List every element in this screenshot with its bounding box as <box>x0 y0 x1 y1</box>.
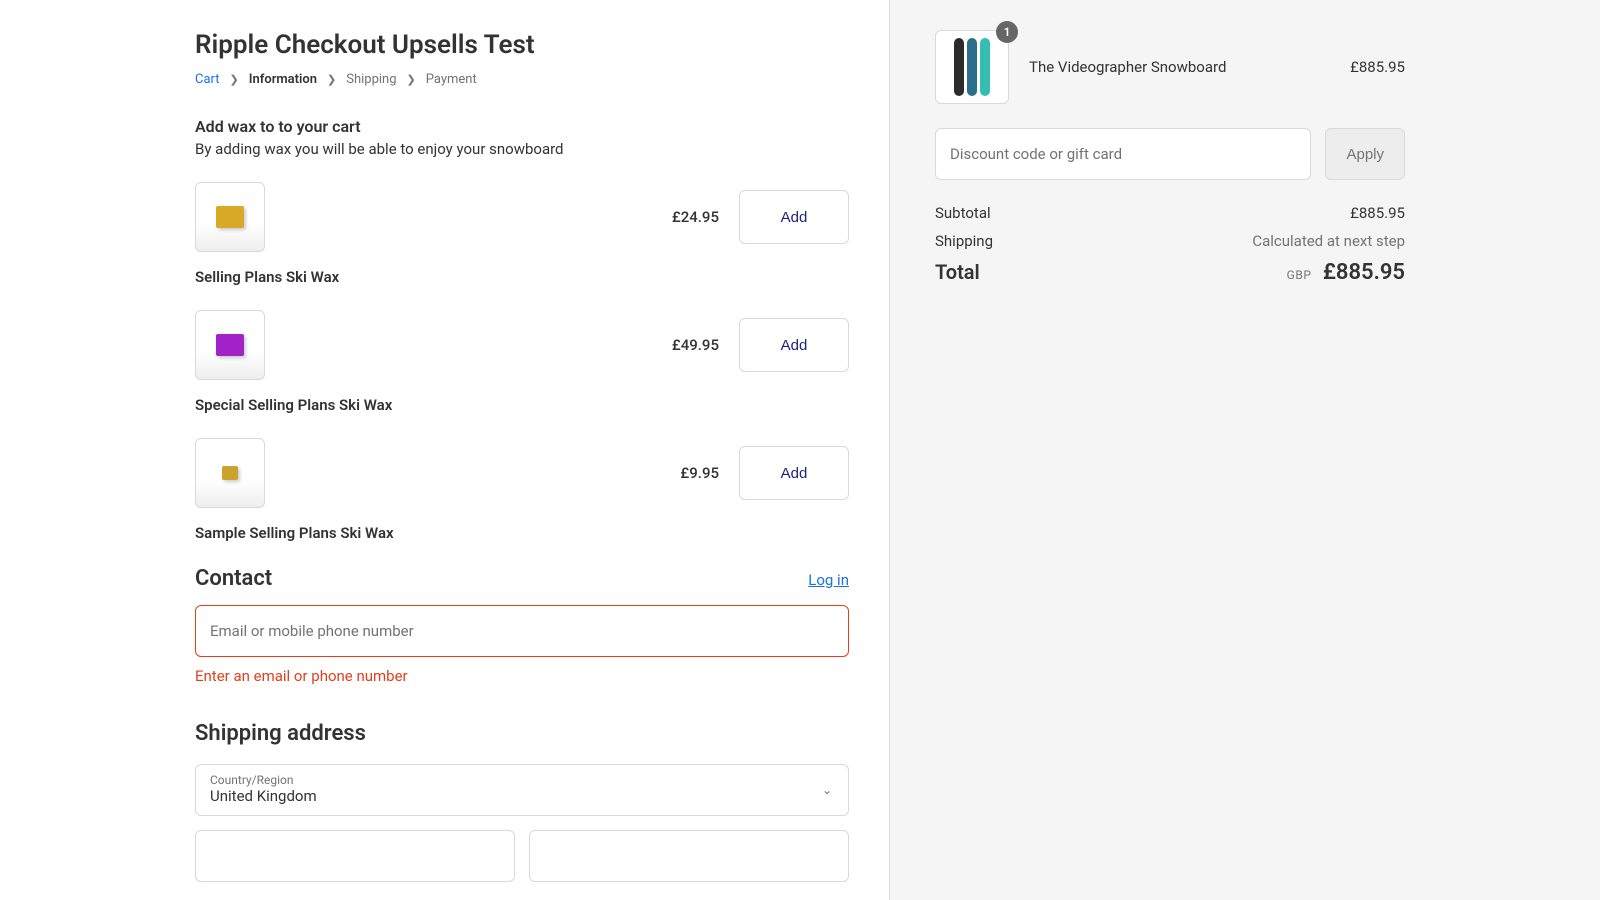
upsell-thumb <box>195 438 265 508</box>
wax-icon <box>216 206 244 228</box>
shipping-heading: Shipping address <box>195 721 849 746</box>
add-button[interactable]: Add <box>739 318 849 372</box>
chevron-right-icon: ❯ <box>327 73 336 86</box>
email-field[interactable] <box>195 605 849 657</box>
email-error-text: Enter an email or phone number <box>195 667 849 685</box>
upsell-thumb <box>195 182 265 252</box>
breadcrumb-payment: Payment <box>426 72 477 87</box>
upsell-name: Selling Plans Ski Wax <box>195 268 849 286</box>
wax-icon <box>222 466 238 480</box>
upsell-price: £9.95 <box>680 464 719 482</box>
first-name-field[interactable] <box>195 830 515 882</box>
upsell-name: Sample Selling Plans Ski Wax <box>195 524 849 542</box>
upsell-name: Special Selling Plans Ski Wax <box>195 396 849 414</box>
upsell-item: £24.95 Add Selling Plans Ski Wax <box>195 182 849 286</box>
currency-code: GBP <box>1287 268 1312 282</box>
cart-item-price: £885.95 <box>1350 58 1405 76</box>
qty-badge: 1 <box>996 21 1018 43</box>
chevron-down-icon: ⌄ <box>822 783 832 797</box>
upsell-heading: Add wax to to your cart <box>195 117 849 136</box>
shipping-value: Calculated at next step <box>1252 232 1405 250</box>
shipping-label: Shipping <box>935 232 993 250</box>
total-value: £885.95 <box>1323 260 1405 285</box>
last-name-field[interactable] <box>529 830 849 882</box>
subtotal-value: £885.95 <box>1350 204 1405 222</box>
login-link[interactable]: Log in <box>808 571 849 589</box>
upsell-thumb <box>195 310 265 380</box>
country-select[interactable]: Country/Region United Kingdom ⌄ <box>195 764 849 816</box>
discount-input[interactable] <box>935 128 1311 180</box>
cart-line-item: 1 The Videographer Snowboard £885.95 <box>935 30 1405 104</box>
upsell-subheading: By adding wax you will be able to enjoy … <box>195 140 849 158</box>
total-label: Total <box>935 260 980 284</box>
chevron-right-icon: ❯ <box>407 73 416 86</box>
country-value: United Kingdom <box>210 787 834 805</box>
shop-title: Ripple Checkout Upsells Test <box>195 30 849 60</box>
cart-item-thumb: 1 <box>935 30 1009 104</box>
cart-item-name: The Videographer Snowboard <box>1029 58 1330 76</box>
breadcrumb: Cart ❯ Information ❯ Shipping ❯ Payment <box>195 72 849 87</box>
breadcrumb-information: Information <box>249 72 317 87</box>
breadcrumb-shipping: Shipping <box>346 72 396 87</box>
apply-button[interactable]: Apply <box>1325 128 1405 180</box>
breadcrumb-cart[interactable]: Cart <box>195 72 220 87</box>
country-label: Country/Region <box>210 773 834 787</box>
chevron-right-icon: ❯ <box>230 73 239 86</box>
contact-heading: Contact <box>195 566 272 591</box>
upsell-item: £49.95 Add Special Selling Plans Ski Wax <box>195 310 849 414</box>
add-button[interactable]: Add <box>739 190 849 244</box>
upsell-item: £9.95 Add Sample Selling Plans Ski Wax <box>195 438 849 542</box>
wax-icon <box>216 334 244 356</box>
subtotal-label: Subtotal <box>935 204 991 222</box>
upsell-price: £49.95 <box>672 336 719 354</box>
upsell-price: £24.95 <box>672 208 719 226</box>
add-button[interactable]: Add <box>739 446 849 500</box>
